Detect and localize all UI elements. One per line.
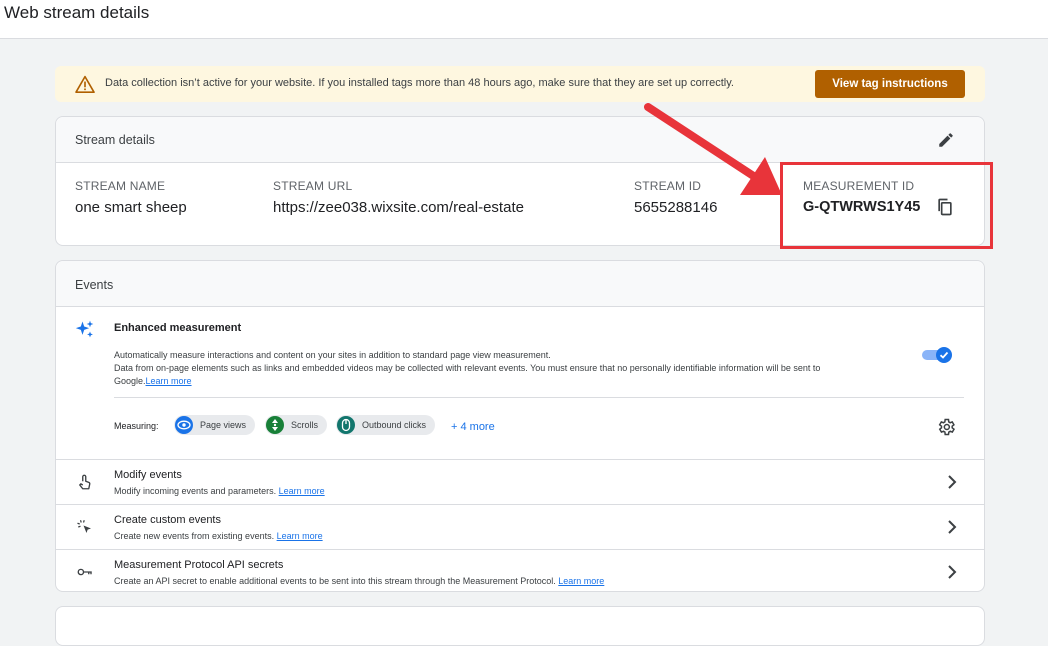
modify-events-subtitle-text: Modify incoming events and parameters. xyxy=(114,486,277,496)
copy-icon[interactable] xyxy=(935,197,955,217)
more-measurements-link[interactable]: + 4 more xyxy=(451,421,495,433)
data-collection-banner: Data collection isn’t active for your we… xyxy=(55,66,985,102)
create-custom-events-subtitle: Create new events from existing events. … xyxy=(114,531,323,541)
measurement-protocol-learn-more-link[interactable]: Learn more xyxy=(558,576,604,586)
chip-outbound-clicks-label: Outbound clicks xyxy=(362,420,427,430)
annotation-arrow xyxy=(644,103,782,195)
view-tag-instructions-button[interactable]: View tag instructions xyxy=(815,70,965,98)
measurement-protocol-row[interactable]: Measurement Protocol API secrets Create … xyxy=(56,549,985,594)
chevron-right-icon xyxy=(948,565,957,579)
measurement-id-value: G-QTWRWS1Y45 xyxy=(803,199,921,215)
touch-icon xyxy=(79,474,91,490)
chevron-right-icon xyxy=(948,475,957,489)
learn-more-link[interactable]: Learn more xyxy=(146,376,192,386)
stream-details-header: Stream details xyxy=(56,117,984,163)
create-custom-events-subtitle-text: Create new events from existing events. xyxy=(114,531,275,541)
page-title: Web stream details xyxy=(4,3,150,22)
stream-name-label: STREAM NAME xyxy=(75,179,166,193)
stream-url-value: https://zee038.wixsite.com/real-estate xyxy=(273,199,524,216)
pencil-icon[interactable] xyxy=(937,131,955,149)
enhanced-measurement-toggle[interactable] xyxy=(922,347,952,363)
chevron-right-icon xyxy=(948,520,957,534)
create-custom-events-learn-more-link[interactable]: Learn more xyxy=(277,531,323,541)
description-line-3-text: Google. xyxy=(114,376,146,386)
key-icon xyxy=(77,568,92,576)
events-header: Events xyxy=(56,261,984,307)
chip-scrolls-label: Scrolls xyxy=(291,420,319,430)
chip-page-views-label: Page views xyxy=(200,420,247,430)
scroll-icon xyxy=(266,416,284,434)
modify-events-title: Modify events xyxy=(114,469,182,481)
measurement-id-label: MEASUREMENT ID xyxy=(803,179,915,193)
measuring-label: Measuring: xyxy=(114,421,159,431)
enhanced-measurement-description: Automatically measure interactions and c… xyxy=(114,349,934,388)
modify-events-subtitle: Modify incoming events and parameters. L… xyxy=(114,486,325,496)
create-custom-events-title: Create custom events xyxy=(114,514,221,526)
measurement-protocol-subtitle: Create an API secret to enable additiona… xyxy=(114,576,604,586)
chip-scrolls[interactable]: Scrolls xyxy=(265,415,328,435)
modify-events-learn-more-link[interactable]: Learn more xyxy=(279,486,325,496)
stream-name-value: one smart sheep xyxy=(75,199,187,216)
mouse-icon xyxy=(337,416,355,434)
description-line-2: Data from on-page elements such as links… xyxy=(114,363,821,373)
sparkle-cursor-icon xyxy=(77,520,91,533)
chip-outbound-clicks[interactable]: Outbound clicks xyxy=(336,415,436,435)
modify-events-row[interactable]: Modify events Modify incoming events and… xyxy=(56,459,985,504)
description-line-1: Automatically measure interactions and c… xyxy=(114,350,551,360)
measurement-protocol-subtitle-text: Create an API secret to enable additiona… xyxy=(114,576,556,586)
stream-details-title: Stream details xyxy=(75,133,155,147)
events-title: Events xyxy=(75,278,114,292)
measurement-protocol-title: Measurement Protocol API secrets xyxy=(114,559,284,571)
sparkle-icon xyxy=(75,320,94,338)
enhanced-measurement-section: Enhanced measurement Automatically measu… xyxy=(56,307,985,459)
chip-page-views[interactable]: Page views xyxy=(174,415,256,435)
banner-message: Data collection isn’t active for your we… xyxy=(105,77,734,89)
warning-icon xyxy=(75,75,95,93)
events-card: Events Enhanced measurement Automaticall… xyxy=(55,260,985,592)
top-bar: Web stream details xyxy=(0,0,1048,39)
create-custom-events-row[interactable]: Create custom events Create new events f… xyxy=(56,504,985,549)
eye-icon xyxy=(175,416,193,434)
stream-details-card: Stream details STREAM NAME one smart she… xyxy=(55,116,985,246)
description-line-3: Google.Learn more xyxy=(114,375,934,388)
stream-url-label: STREAM URL xyxy=(273,179,353,193)
enhanced-measurement-title: Enhanced measurement xyxy=(114,322,242,334)
gear-icon[interactable] xyxy=(936,417,956,437)
section-divider xyxy=(114,397,964,398)
next-card xyxy=(55,606,985,646)
